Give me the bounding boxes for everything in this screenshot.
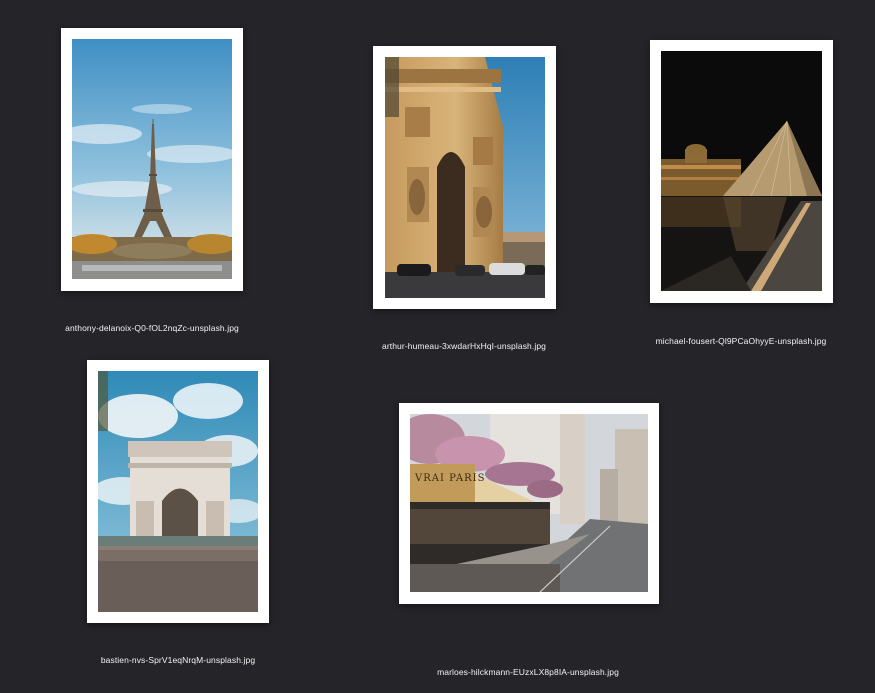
thumbnail-frame[interactable] [373,46,556,309]
thumbnail-frame[interactable]: VRAI PARIS [399,403,659,604]
arc-de-triomphe-closeup-photo [385,57,545,298]
paris-cafe-street-photo [410,414,648,592]
eiffel-tower-photo [72,39,232,279]
file-name-label[interactable]: arthur-humeau-3xwdarHxHqI-unsplash.jpg [364,341,564,351]
file-name-label[interactable]: michael-fousert-Ql9PCaOhyyE-unsplash.jpg [641,336,841,346]
thumbnail-frame[interactable] [650,40,833,303]
file-icon-eiffel-tower[interactable] [0,0,1,1]
file-name-label[interactable]: bastien-nvs-SprV1eqNrqM-unsplash.jpg [78,655,278,665]
file-name-label[interactable]: marloes-hilckmann-EUzxLX8p8IA-unsplash.j… [428,667,628,677]
desktop: anthony-delanoix-Q0-fOL2nqZc-unsplash.jp… [0,0,875,693]
thumbnail-frame[interactable] [87,360,269,623]
thumbnail-frame[interactable] [61,28,243,291]
arc-de-triomphe-sky-photo [98,371,258,612]
file-name-label[interactable]: anthony-delanoix-Q0-fOL2nqZc-unsplash.jp… [52,323,252,333]
cafe-sign: VRAI PARIS [415,473,486,484]
louvre-pyramid-night-photo [661,51,822,291]
